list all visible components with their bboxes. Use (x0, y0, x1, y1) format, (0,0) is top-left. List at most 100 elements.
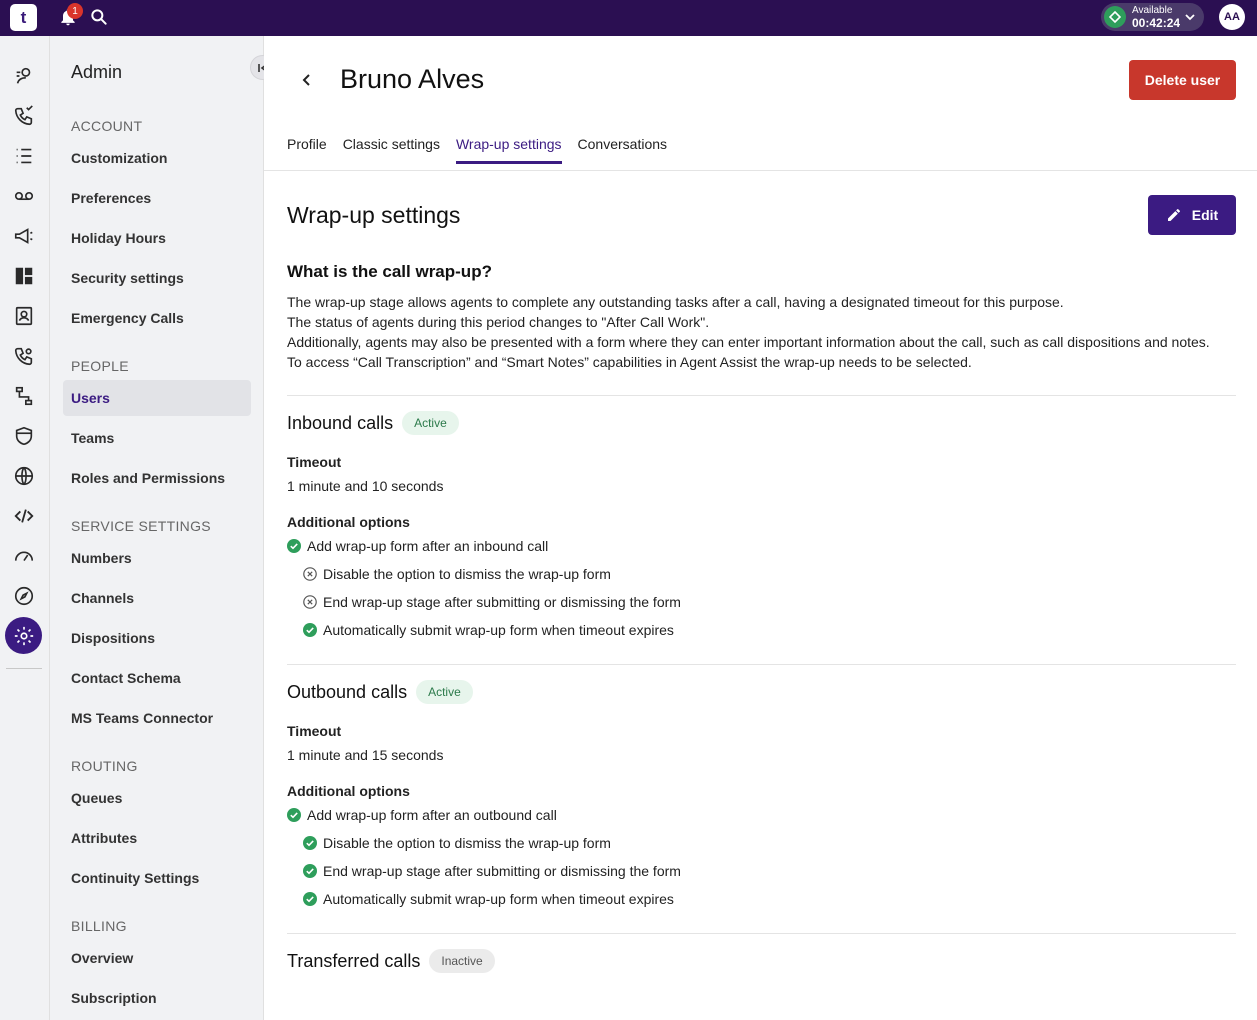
sidebar-item-numbers[interactable]: Numbers (63, 540, 251, 576)
transferred-calls-title: Transferred calls (287, 950, 421, 971)
outbound-option-auto-submit: Automatically submit wrap-up form when t… (303, 891, 674, 907)
icon-rail (0, 36, 50, 1020)
what-is-wrap-up-heading: What is the call wrap-up? (287, 262, 492, 281)
sidebar-section-account: ACCOUNT (71, 118, 143, 134)
delete-user-button[interactable]: Delete user (1129, 60, 1236, 100)
option-label: Disable the option to dismiss the wrap-u… (323, 566, 611, 582)
sidebar-item-users[interactable]: Users (63, 380, 251, 416)
admin-sidebar: Admin ACCOUNT Customization Preferences … (50, 36, 275, 1020)
sidebar-item-holiday-hours[interactable]: Holiday Hours (63, 220, 251, 256)
available-icon (1104, 6, 1126, 28)
rail-flow-icon[interactable] (11, 383, 37, 409)
rail-dashboard-icon[interactable] (11, 263, 37, 289)
back-chevron-icon[interactable] (300, 72, 314, 88)
rail-list-icon[interactable] (11, 143, 37, 169)
inbound-option-add-form: Add wrap-up form after an inbound call (287, 538, 548, 554)
status-label: Available (1132, 4, 1173, 16)
x-circle-icon (303, 595, 317, 609)
option-label: Disable the option to dismiss the wrap-u… (323, 835, 611, 851)
option-label: Add wrap-up form after an outbound call (307, 807, 557, 823)
rail-calls-icon[interactable] (11, 103, 37, 129)
sidebar-item-ms-teams-connector[interactable]: MS Teams Connector (63, 700, 251, 736)
main-content: Bruno Alves Delete user Profile Classic … (264, 36, 1257, 1020)
description-line: The status of agents during this period … (287, 314, 710, 330)
pencil-icon (1167, 208, 1180, 221)
sidebar-item-queues[interactable]: Queues (63, 780, 251, 816)
inbound-timeout-value: 1 minute and 10 seconds (287, 478, 444, 494)
sidebar-item-channels[interactable]: Channels (63, 580, 251, 616)
sidebar-item-dispositions[interactable]: Dispositions (63, 620, 251, 656)
check-circle-icon (303, 892, 317, 906)
notification-badge: 1 (67, 3, 83, 19)
rail-settings-icon[interactable] (5, 617, 42, 654)
sidebar-section-routing: ROUTING (71, 758, 138, 774)
description-line: The wrap-up stage allows agents to compl… (287, 294, 1064, 310)
divider (287, 395, 1236, 396)
rail-shield-icon[interactable] (11, 423, 37, 449)
search-icon[interactable] (89, 7, 109, 27)
top-bar: t 1 Available 00:42:24 AA (0, 0, 1257, 36)
sidebar-item-continuity-settings[interactable]: Continuity Settings (63, 860, 251, 896)
sidebar-section-billing: BILLING (71, 918, 127, 934)
sidebar-item-subscription[interactable]: Subscription (63, 980, 251, 1016)
inbound-timeout-label: Timeout (287, 454, 342, 470)
outbound-calls-heading: Outbound calls Active (287, 680, 473, 704)
check-circle-icon (287, 539, 301, 553)
check-circle-icon (303, 836, 317, 850)
rail-agent-icon[interactable] (11, 63, 37, 89)
sidebar-item-attributes[interactable]: Attributes (63, 820, 251, 856)
option-label: End wrap-up stage after submitting or di… (323, 594, 681, 610)
sidebar-item-teams[interactable]: Teams (63, 420, 251, 456)
sidebar-section-service-settings: SERVICE SETTINGS (71, 518, 211, 534)
rail-phone-settings-icon[interactable] (11, 343, 37, 369)
option-label: End wrap-up stage after submitting or di… (323, 863, 681, 879)
outbound-option-add-form: Add wrap-up form after an outbound call (287, 807, 557, 823)
rail-speed-icon[interactable] (11, 543, 37, 569)
rail-code-icon[interactable] (11, 503, 37, 529)
sidebar-item-customization[interactable]: Customization (63, 140, 251, 176)
edit-label: Edit (1191, 207, 1219, 223)
sidebar-item-contact-schema[interactable]: Contact Schema (63, 660, 251, 696)
inbound-calls-title: Inbound calls (287, 412, 394, 433)
chevron-down-icon (1185, 14, 1195, 21)
wrap-up-description: The wrap-up stage allows agents to compl… (287, 292, 1237, 372)
divider (287, 933, 1236, 934)
check-circle-icon (303, 864, 317, 878)
edit-button[interactable]: Edit (1148, 195, 1236, 235)
option-label: Automatically submit wrap-up form when t… (323, 622, 674, 638)
tabs-divider (264, 170, 1257, 171)
section-title: Wrap-up settings (287, 202, 461, 228)
sidebar-item-emergency-calls[interactable]: Emergency Calls (63, 300, 251, 336)
app-logo[interactable]: t (10, 4, 37, 31)
availability-status[interactable]: Available 00:42:24 (1101, 3, 1204, 31)
option-label: Automatically submit wrap-up form when t… (323, 891, 674, 907)
rail-contacts-icon[interactable] (11, 303, 37, 329)
tab-wrap-up-settings[interactable]: Wrap-up settings (455, 136, 562, 164)
tab-conversations[interactable]: Conversations (578, 136, 668, 164)
inbound-option-auto-submit: Automatically submit wrap-up form when t… (303, 622, 674, 638)
sidebar-item-overview[interactable]: Overview (63, 940, 251, 976)
sidebar-item-roles-permissions[interactable]: Roles and Permissions (63, 460, 251, 496)
inbound-option-end-stage: End wrap-up stage after submitting or di… (303, 594, 681, 610)
sidebar-item-preferences[interactable]: Preferences (63, 180, 251, 216)
inbound-options-label: Additional options (287, 514, 410, 530)
rail-campaign-icon[interactable] (11, 223, 37, 249)
inbound-calls-heading: Inbound calls Active (287, 411, 459, 435)
sidebar-item-security-settings[interactable]: Security settings (63, 260, 251, 296)
tab-classic-settings[interactable]: Classic settings (343, 136, 440, 164)
rail-voicemail-icon[interactable] (11, 183, 37, 209)
status-timer: 00:42:24 (1132, 15, 1181, 30)
tab-profile[interactable]: Profile (287, 136, 327, 164)
rail-globe-icon[interactable] (11, 463, 37, 489)
transferred-calls-heading: Transferred calls Inactive (287, 949, 495, 973)
page-title: Bruno Alves (340, 64, 485, 94)
user-avatar[interactable]: AA (1219, 4, 1245, 30)
inbound-option-disable-dismiss: Disable the option to dismiss the wrap-u… (303, 566, 611, 582)
outbound-options-label: Additional options (287, 783, 410, 799)
rail-compass-icon[interactable] (11, 583, 37, 609)
sidebar-section-people: PEOPLE (71, 358, 129, 374)
outbound-option-end-stage: End wrap-up stage after submitting or di… (303, 863, 681, 879)
divider (287, 664, 1236, 665)
check-circle-icon (287, 808, 301, 822)
inbound-status-badge: Active (402, 411, 459, 435)
